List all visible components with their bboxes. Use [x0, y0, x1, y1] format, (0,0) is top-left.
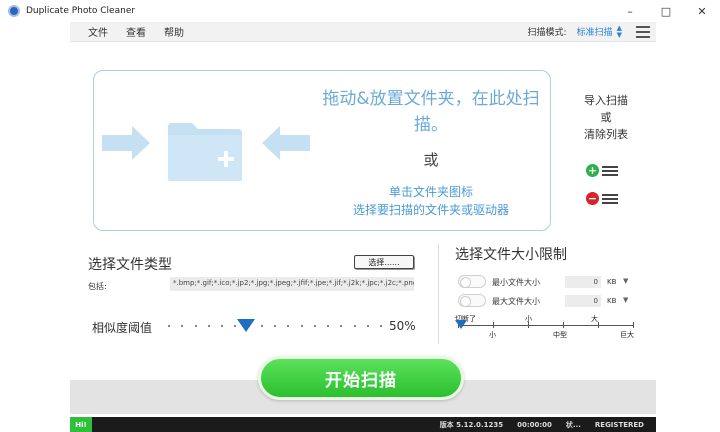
min-size-input[interactable]: 0 [565, 276, 601, 288]
menu-help[interactable]: 帮助 [155, 24, 193, 39]
list-icon [602, 193, 618, 204]
scale-tick [563, 322, 564, 328]
close-button[interactable]: ✕ [684, 0, 720, 22]
maximize-button[interactable]: □ [648, 0, 684, 22]
max-size-input[interactable]: 0 [565, 295, 601, 307]
max-size-toggle[interactable] [458, 294, 486, 307]
arrow-right-icon [102, 126, 150, 160]
drop-title: 拖动&放置文件夹，在此处扫描。 [322, 89, 540, 135]
slider-tick [313, 325, 316, 327]
menu-bar: 文件 查看 帮助 扫描模式: 标准扫描 ▲ ▼ [70, 22, 656, 42]
slider-tick [366, 325, 369, 327]
slider-tick [234, 325, 237, 327]
slider-tick [260, 325, 263, 327]
window-controls: – □ ✕ [612, 0, 720, 22]
select-folder-hint: 选择要扫描的文件夹或驱动器 [352, 203, 509, 217]
file-types-title: 选择文件类型 [88, 257, 172, 273]
updown-arrows-icon: ▲ ▼ [616, 23, 622, 39]
minus-circle-icon: − [586, 192, 599, 205]
minimize-button[interactable]: – [612, 0, 648, 22]
size-scale-line[interactable] [458, 325, 634, 326]
hamburger-menu-icon[interactable] [636, 25, 650, 38]
slider-tick [340, 325, 343, 327]
app-logo-icon [8, 5, 20, 17]
slider-tick [353, 325, 356, 327]
scale-label-small: 小 [489, 331, 496, 339]
hi-badge: Hi! [70, 417, 92, 432]
slider-tick [194, 325, 197, 327]
click-folder-hint: 单击文件夹图标 [388, 185, 473, 199]
scale-tick [598, 322, 599, 328]
menu-view[interactable]: 查看 [117, 24, 155, 39]
slider-tick [181, 325, 184, 327]
registered-label: REGISTERED [594, 420, 644, 429]
min-size-unit: KB [607, 278, 617, 286]
extensions-input[interactable]: *.bmp;*.gif;*.ico;*.jp2;*.jpg;*.jpeg;*.j… [170, 277, 414, 291]
scan-mode-value: 标准扫描 [576, 28, 613, 38]
slider-tick [207, 325, 210, 327]
scale-label-huge: 巨大 [620, 331, 634, 339]
scan-mode-label: 扫描模式: [527, 28, 567, 38]
or-label: 或 [423, 151, 439, 169]
title-bar: Duplicate Photo Cleaner – □ ✕ [0, 0, 720, 22]
slider-tick [168, 325, 170, 327]
start-scan-button[interactable]: 开始扫描 [258, 356, 464, 400]
similarity-slider-track[interactable] [168, 325, 382, 327]
scale-label-medium: 中型 [553, 331, 567, 339]
scale-tick [633, 322, 634, 328]
plus-circle-icon: + [586, 164, 599, 177]
elapsed-time: 00:00:00 [517, 420, 552, 429]
similarity-value: 50% [389, 319, 416, 333]
version-text: 版本 5.12.0.1235 [439, 420, 504, 429]
max-size-unit: KB [607, 297, 617, 305]
status-bar: Hi! 版本 5.12.0.1235 00:00:00 状... REGISTE… [70, 417, 656, 432]
min-size-toggle[interactable] [458, 275, 486, 288]
arrow-left-icon [262, 126, 310, 160]
select-file-types-button[interactable]: 选择...... [354, 255, 414, 269]
slider-tick [274, 325, 276, 327]
slider-tick [380, 325, 382, 327]
section-divider [438, 244, 439, 344]
size-limit-title: 选择文件大小限制 [455, 247, 567, 263]
size-slider-thumb[interactable] [455, 320, 467, 329]
import-clear-label: 导入扫描 或 清除列表 [584, 94, 628, 141]
list-icon [602, 165, 618, 176]
similarity-label: 相似度阈值 [92, 321, 153, 335]
add-folder-icon[interactable] [166, 121, 244, 183]
scale-tick [528, 322, 529, 328]
scan-mode-select[interactable]: 标准扫描 ▲ ▼ [576, 23, 622, 39]
slider-tick [287, 325, 290, 327]
slider-tick [327, 325, 329, 327]
scale-label-large-top: 大 [591, 315, 598, 323]
slider-tick [221, 325, 223, 327]
import-list-button[interactable]: + [586, 164, 618, 177]
menu-file[interactable]: 文件 [70, 24, 117, 39]
max-unit-dropdown-icon[interactable]: ▼ [623, 296, 628, 304]
slider-tick [300, 325, 303, 327]
drop-zone[interactable]: 拖动&放置文件夹，在此处扫描。 或 单击文件夹图标 选择要扫描的文件夹或驱动器 [93, 70, 551, 231]
include-label: 包括: [88, 282, 107, 291]
min-size-label: 最小文件大小 [492, 278, 540, 287]
scale-tick [493, 322, 494, 328]
similarity-slider-thumb[interactable] [237, 319, 255, 332]
min-unit-dropdown-icon[interactable]: ▼ [623, 277, 628, 285]
clear-list-button[interactable]: − [586, 192, 618, 205]
max-size-label: 最大文件大小 [492, 297, 540, 306]
window-title: Duplicate Photo Cleaner [26, 6, 136, 16]
status-state: 状... [565, 420, 581, 429]
